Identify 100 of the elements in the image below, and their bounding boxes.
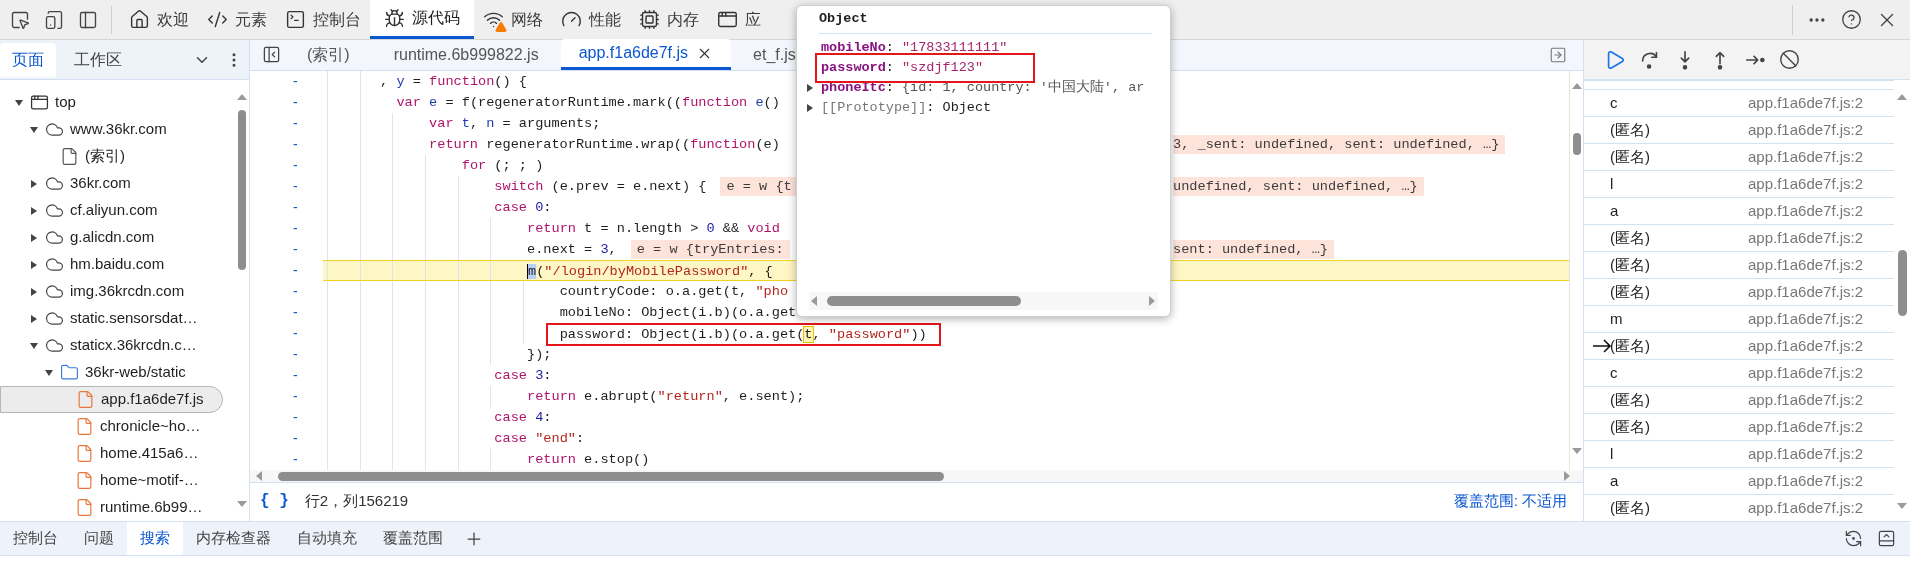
- drawer-tab[interactable]: 问题: [71, 522, 127, 555]
- tree-item[interactable]: img.36krcdn.com: [0, 278, 235, 305]
- panel-bottom-icon[interactable]: [1877, 529, 1896, 548]
- call-frame[interactable]: c app.f1a6de7f.js:2: [1584, 359, 1894, 386]
- tree-item[interactable]: cf.aliyun.com: [0, 197, 235, 224]
- frame-location: app.f1a6de7f.js:2: [1748, 227, 1864, 248]
- call-frame[interactable]: a app.f1a6de7f.js:2: [1584, 197, 1894, 224]
- file-tab[interactable]: et_f.js: [731, 39, 818, 70]
- panel-tab[interactable]: 网络: [474, 0, 552, 39]
- caret-icon[interactable]: [29, 313, 39, 324]
- call-frame[interactable]: (匿名) app.f1a6de7f.js:2: [1584, 332, 1894, 359]
- scrollbar-thumb[interactable]: [1572, 133, 1581, 155]
- line-marker: -: [292, 303, 299, 322]
- coverage-link[interactable]: 覆盖范围: 不适用: [1453, 489, 1567, 513]
- tree-item[interactable]: 36kr-web/static: [0, 359, 235, 386]
- call-frame[interactable]: l app.f1a6de7f.js:2: [1584, 170, 1894, 197]
- scrollbar-thumb[interactable]: [238, 110, 246, 270]
- panel-tab[interactable]: 内存: [630, 0, 708, 39]
- drawer-tab[interactable]: 内存检查器: [183, 522, 284, 555]
- line-marker: -: [292, 198, 299, 217]
- code-line: var e = f(regeneratorRuntime.mark((function e(): [396, 94, 780, 112]
- caret-icon[interactable]: [29, 286, 39, 297]
- tree-item[interactable]: hm.baidu.com: [0, 251, 235, 278]
- frame-name: l: [1609, 173, 1615, 194]
- tree-item[interactable]: (索引): [0, 143, 235, 170]
- tree-item[interactable]: app.f1a6de7f.js: [0, 386, 223, 413]
- file-tab[interactable]: app.f1a6de7f.js: [560, 39, 732, 70]
- file-icon: [75, 444, 94, 463]
- sidebar-toggle-icon[interactable]: [262, 45, 281, 64]
- panel-tab[interactable]: 应: [708, 0, 770, 39]
- caret-icon[interactable]: [29, 205, 39, 216]
- tree-item[interactable]: top: [0, 89, 235, 116]
- file-tab[interactable]: (索引): [285, 39, 372, 70]
- expand-icon[interactable]: [805, 103, 815, 113]
- frame-location: app.f1a6de7f.js:2: [1748, 335, 1864, 356]
- panel-tab[interactable]: 源代码: [370, 0, 474, 39]
- tree-item[interactable]: www.36kr.com: [0, 116, 235, 143]
- call-frame[interactable]: (匿名) app.f1a6de7f.js:2: [1584, 224, 1894, 251]
- inspect-icon[interactable]: [10, 9, 30, 30]
- caret-icon[interactable]: [29, 340, 39, 351]
- device-icon[interactable]: [44, 9, 64, 30]
- scrollbar-thumb[interactable]: [278, 471, 944, 481]
- scrollbar-thumb[interactable]: [827, 296, 1021, 306]
- tree-item[interactable]: static.sensorsdat…: [0, 305, 235, 332]
- window-icon: [717, 9, 738, 30]
- panel-tab[interactable]: 性能: [552, 0, 630, 39]
- cloud-icon: [45, 201, 64, 220]
- caret-icon[interactable]: [14, 97, 24, 108]
- scrollbar-thumb[interactable]: [1897, 250, 1907, 316]
- slash-circle-icon[interactable]: [1779, 49, 1800, 70]
- call-frame[interactable]: c app.f1a6de7f.js:2: [1584, 89, 1894, 116]
- call-frame[interactable]: (匿名) app.f1a6de7f.js:2: [1584, 143, 1894, 170]
- call-frame[interactable]: m app.f1a6de7f.js:2: [1584, 305, 1894, 332]
- caret-icon[interactable]: [29, 178, 39, 189]
- drawer-tab[interactable]: 覆盖范围: [370, 522, 456, 555]
- call-frame[interactable]: l app.f1a6de7f.js:2: [1584, 440, 1894, 467]
- tree-item[interactable]: home~motif-…: [0, 467, 235, 494]
- tree-item[interactable]: 36kr.com: [0, 170, 235, 197]
- code-line: return e.abrupt("return", e.sent);: [527, 388, 805, 406]
- tree-item[interactable]: runtime.6b99…: [0, 494, 235, 521]
- drawer-tab[interactable]: 控制台: [0, 522, 71, 555]
- navigator-tab[interactable]: 工作区: [56, 42, 140, 77]
- frame-name: c: [1609, 362, 1619, 383]
- line-marker: -: [292, 135, 299, 154]
- file-tab[interactable]: runtime.6b999822.js: [371, 39, 561, 70]
- tree-item[interactable]: staticx.36krcdn.c…: [0, 332, 235, 359]
- tree-item[interactable]: g.alicdn.com: [0, 224, 235, 251]
- panel-tab[interactable]: 欢迎: [120, 0, 198, 39]
- panel-tab[interactable]: 元素: [198, 0, 276, 39]
- tree-item[interactable]: home.415a6…: [0, 440, 235, 467]
- object-property: [[Prototype]]: Object: [821, 98, 992, 117]
- panel-tab[interactable]: 控制台: [276, 0, 370, 39]
- expand-icon[interactable]: [805, 83, 815, 93]
- drawer-tab[interactable]: 搜索: [127, 522, 183, 555]
- call-frame[interactable]: (匿名) app.f1a6de7f.js:2: [1584, 251, 1894, 278]
- pretty-print-button[interactable]: { }: [260, 489, 289, 513]
- tree-item[interactable]: chronicle~ho…: [0, 413, 235, 440]
- drawer-tab[interactable]: 自动填充: [284, 522, 370, 555]
- call-frame[interactable]: (匿名) app.f1a6de7f.js:2: [1584, 386, 1894, 413]
- cloud-icon: [45, 282, 64, 301]
- caret-icon[interactable]: [29, 124, 39, 135]
- line-marker: -: [292, 282, 299, 301]
- help-icon[interactable]: [1841, 9, 1862, 30]
- inline-value: e = w {t: [720, 177, 798, 196]
- caret-icon[interactable]: [29, 232, 39, 243]
- refresh-icon[interactable]: [1844, 529, 1863, 548]
- line-marker: -: [292, 177, 299, 196]
- call-frame[interactable]: (匿名) app.f1a6de7f.js:2: [1584, 278, 1894, 305]
- code-line: e.next = 3,: [527, 241, 617, 259]
- frame-name: a: [1609, 200, 1620, 221]
- call-frame[interactable]: (匿名) app.f1a6de7f.js:2: [1584, 116, 1894, 143]
- caret-icon[interactable]: [29, 259, 39, 270]
- dock-icon[interactable]: [78, 9, 98, 30]
- frame-name: (匿名): [1609, 281, 1651, 302]
- call-frame[interactable]: (匿名) app.f1a6de7f.js:2: [1584, 413, 1894, 440]
- caret-icon[interactable]: [44, 367, 54, 378]
- call-frame[interactable]: a app.f1a6de7f.js:2: [1584, 467, 1894, 494]
- panel-toggle-icon[interactable]: [1549, 46, 1567, 64]
- navigator-tab[interactable]: 页面: [0, 42, 56, 77]
- code-line: m("/login/byMobilePassword", {: [527, 263, 773, 281]
